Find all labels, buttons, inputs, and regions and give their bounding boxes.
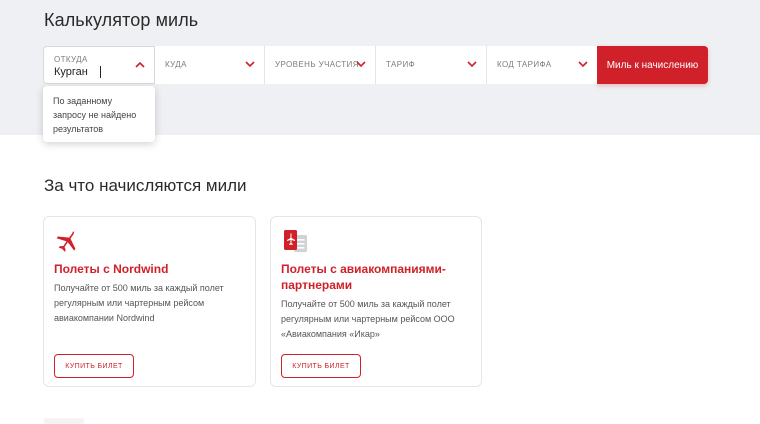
chevron-down-icon[interactable] xyxy=(578,60,588,68)
earn-section-title: За что начисляются мили xyxy=(44,176,247,195)
from-field[interactable]: ОТКУДА Курган xyxy=(43,46,155,84)
calculator-filter-bar: ОТКУДА Курган КУДА УРОВЕНЬ УЧАСТИЯ ТАРИФ… xyxy=(43,46,708,84)
level-field[interactable]: УРОВЕНЬ УЧАСТИЯ xyxy=(265,46,376,84)
chevron-up-icon[interactable] xyxy=(135,61,145,69)
from-suggestion-dropdown: По заданному запросу не найдено результа… xyxy=(43,86,155,142)
no-results-message: По заданному запросу не найдено результа… xyxy=(53,96,137,134)
earn-card-nordwind: Полеты с Nordwind Получайте от 500 миль … xyxy=(43,216,256,387)
buy-ticket-button[interactable]: КУПИТЬ БИЛЕТ xyxy=(54,354,134,378)
tariff-field[interactable]: ТАРИФ xyxy=(376,46,487,84)
chevron-down-icon[interactable] xyxy=(467,60,477,68)
next-section-hint xyxy=(44,418,84,424)
card-description: Получайте от 500 миль за каждый полет ре… xyxy=(54,283,224,323)
tariff-label: ТАРИФ xyxy=(386,60,416,69)
chevron-down-icon[interactable] xyxy=(245,60,255,68)
text-caret xyxy=(100,66,101,78)
card-title: Полеты с Nordwind xyxy=(54,262,169,276)
to-label: КУДА xyxy=(165,60,187,69)
from-label: ОТКУДА xyxy=(54,55,88,64)
to-field[interactable]: КУДА xyxy=(155,46,265,84)
buy-ticket-button[interactable]: КУПИТЬ БИЛЕТ xyxy=(281,354,361,378)
tariff-code-field[interactable]: КОД ТАРИФА xyxy=(487,46,597,84)
card-title: Полеты с авиакомпаниями-партнерами xyxy=(281,262,446,292)
chevron-down-icon[interactable] xyxy=(356,60,366,68)
tariff-code-label: КОД ТАРИФА xyxy=(497,60,552,69)
card-description: Получайте от 500 миль за каждый полет ре… xyxy=(281,299,455,339)
level-label: УРОВЕНЬ УЧАСТИЯ xyxy=(275,60,359,69)
calculator-title: Калькулятор миль xyxy=(44,10,199,30)
from-input[interactable]: Курган xyxy=(54,66,88,78)
plane-icon xyxy=(56,231,76,252)
earn-card-partners: Полеты с авиакомпаниями-партнерами Получ… xyxy=(270,216,482,387)
calculate-miles-button[interactable]: Миль к начислению xyxy=(597,46,708,84)
partner-ticket-icon xyxy=(284,230,307,252)
